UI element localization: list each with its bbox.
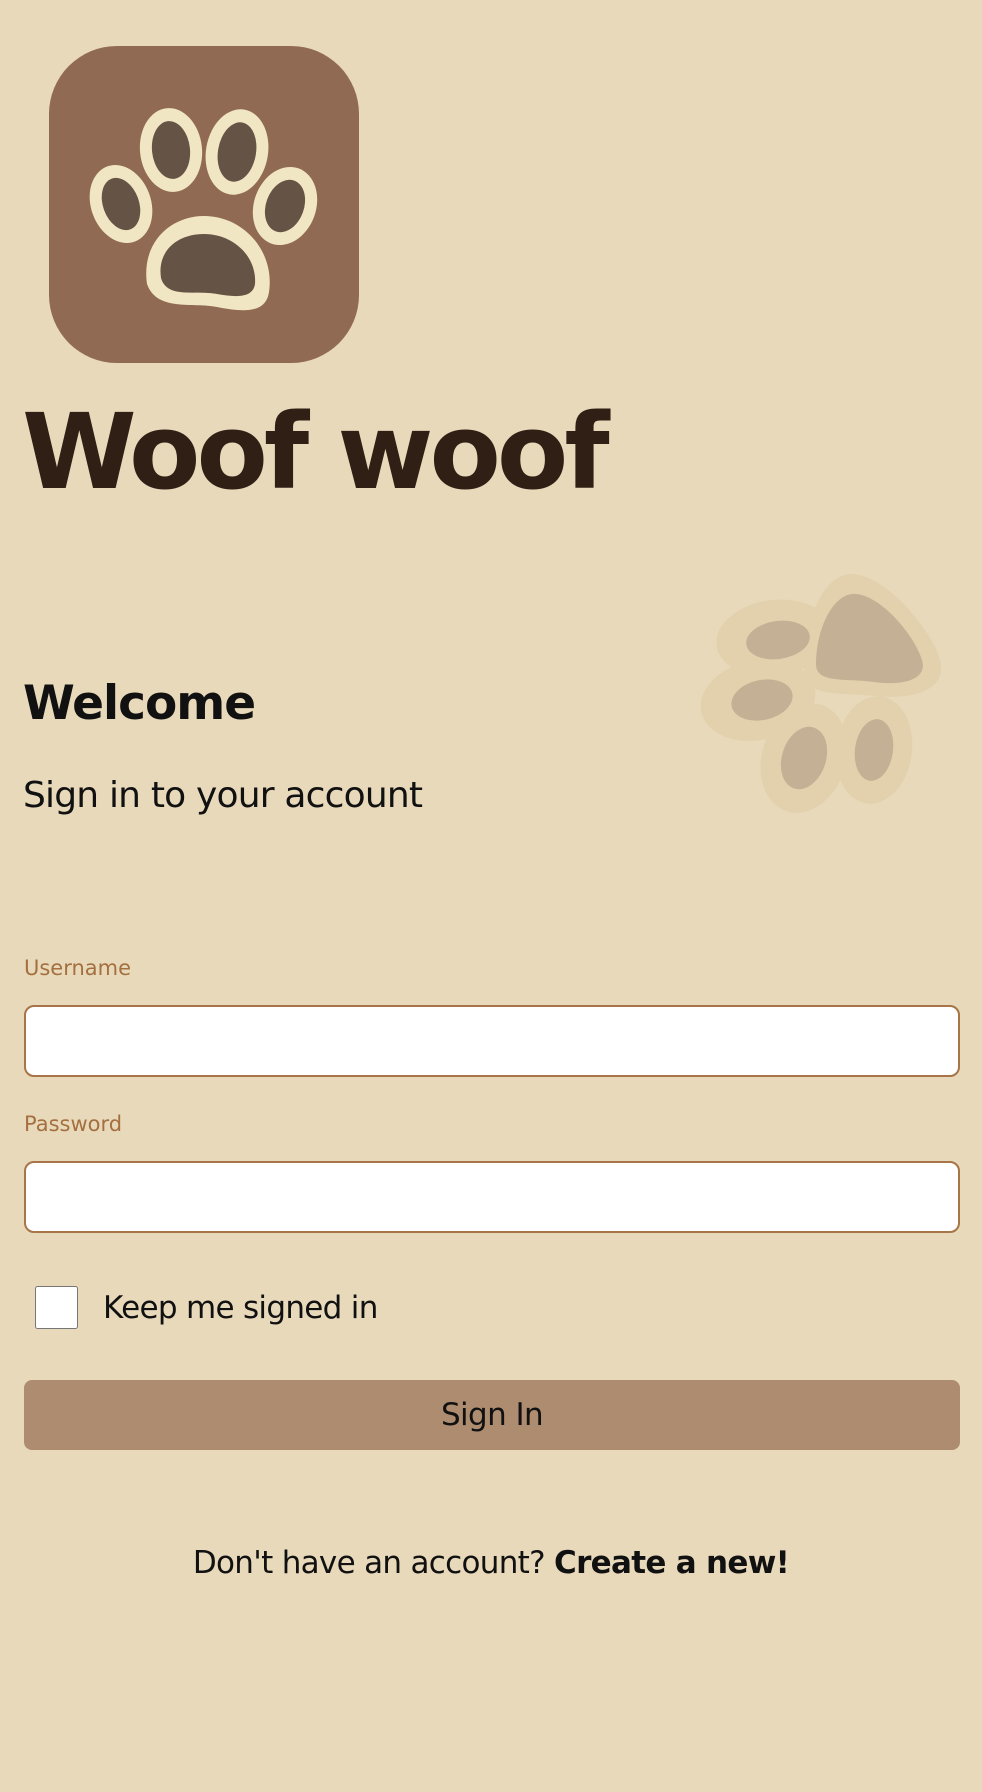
username-label: Username: [24, 956, 132, 980]
welcome-heading: Welcome: [23, 676, 256, 731]
create-account-link[interactable]: Create a new!: [554, 1545, 790, 1581]
remember-me-label[interactable]: Keep me signed in: [103, 1288, 378, 1328]
signup-prompt-text: Don't have an account?: [192, 1545, 546, 1581]
remember-me-checkbox[interactable]: [35, 1286, 78, 1329]
paw-icon: [89, 108, 318, 311]
password-input[interactable]: [24, 1161, 960, 1233]
username-input[interactable]: [24, 1005, 960, 1077]
app-title: Woof woof: [22, 391, 610, 513]
decorative-paw-icon: [700, 573, 942, 813]
sign-in-button[interactable]: Sign In: [24, 1380, 960, 1450]
sign-in-subtitle: Sign in to your account: [23, 775, 423, 816]
remember-me-row: Keep me signed in: [35, 1285, 378, 1330]
app-logo: [49, 46, 359, 363]
signup-prompt: Don't have an account? Create a new!: [0, 1540, 982, 1586]
password-label: Password: [24, 1112, 123, 1136]
